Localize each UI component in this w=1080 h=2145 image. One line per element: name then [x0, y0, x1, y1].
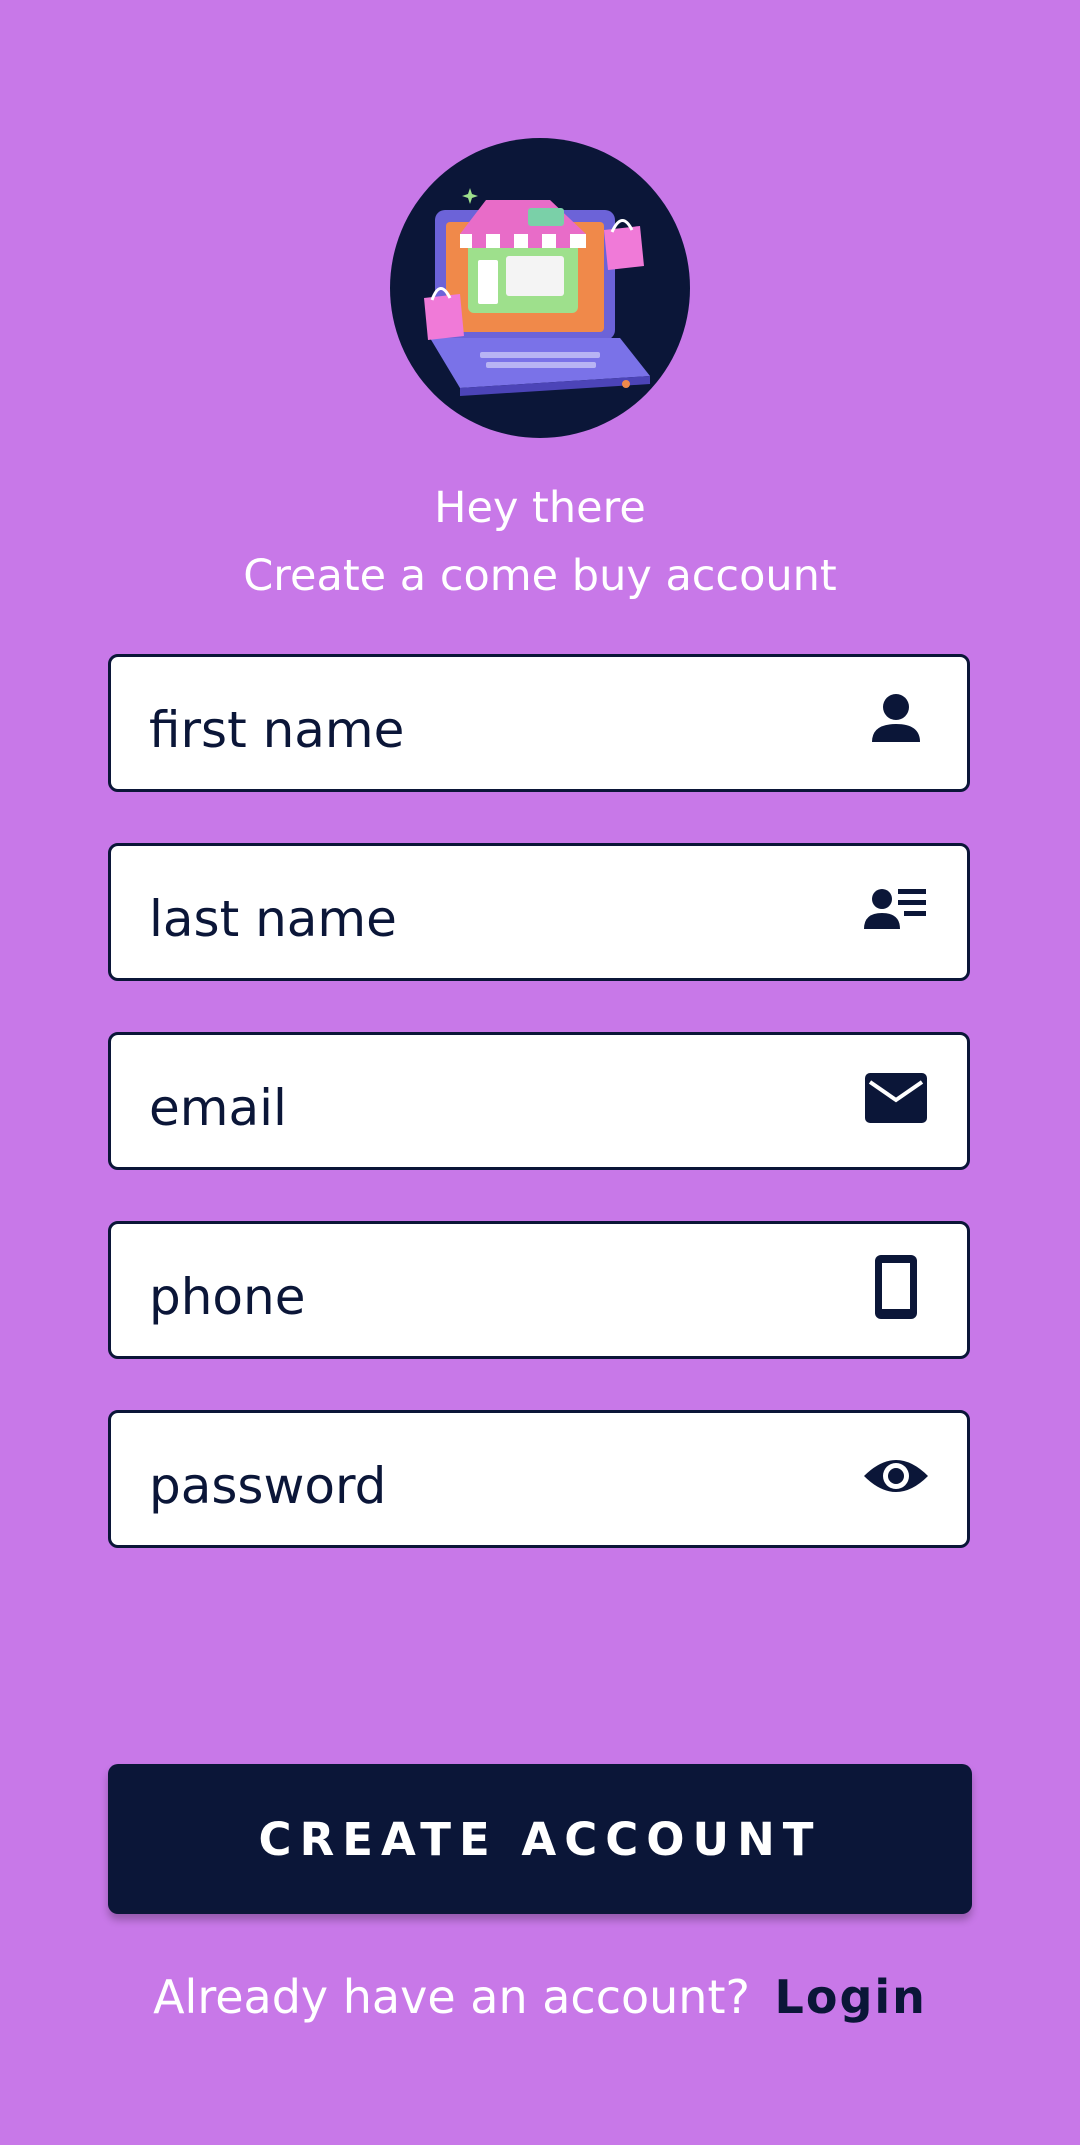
phone-field[interactable] [108, 1221, 970, 1359]
email-field[interactable] [108, 1032, 970, 1170]
storefront-laptop-illustration [424, 188, 650, 396]
smartphone-icon [861, 1252, 931, 1322]
password-input[interactable] [149, 1413, 849, 1545]
login-prompt-text: Already have an account? [153, 1970, 750, 2024]
login-link[interactable]: Login [775, 1970, 927, 2024]
password-field[interactable] [108, 1410, 970, 1548]
greeting-subtitle: Create a come buy account [243, 551, 837, 601]
login-prompt: Already have an account? Login [0, 1962, 1080, 2032]
first-name-field[interactable] [108, 654, 970, 792]
first-name-input[interactable] [149, 657, 849, 789]
greeting-title: Hey there [434, 483, 646, 533]
envelope-icon [861, 1063, 931, 1133]
contact-card-icon [861, 874, 931, 944]
create-account-button[interactable]: CREATE ACCOUNT [108, 1764, 972, 1914]
phone-input[interactable] [149, 1224, 849, 1356]
email-input[interactable] [149, 1035, 849, 1167]
app-logo [390, 138, 690, 438]
last-name-field[interactable] [108, 843, 970, 981]
person-icon [861, 685, 931, 755]
eye-icon[interactable] [861, 1441, 931, 1511]
last-name-input[interactable] [149, 846, 849, 978]
